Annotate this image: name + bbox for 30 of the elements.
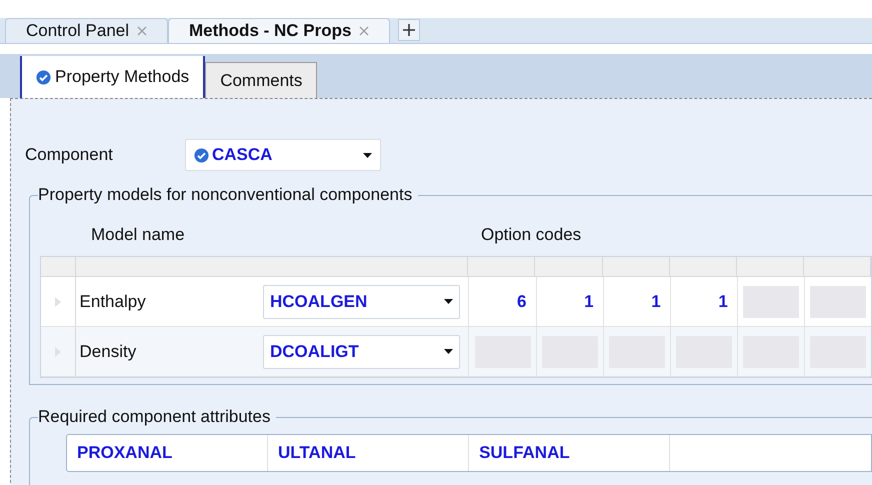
- option-code-field[interactable]: 1: [542, 288, 598, 314]
- model-dropdown[interactable]: DCOALIGT: [263, 334, 460, 368]
- table-cell: ULTANAL: [268, 435, 470, 471]
- caret-icon: [363, 152, 372, 158]
- column-header: Model name: [91, 224, 186, 246]
- option-code-field[interactable]: 6: [474, 288, 531, 314]
- close-icon[interactable]: [359, 26, 370, 36]
- component-dropdown[interactable]: CASCA: [185, 139, 381, 171]
- add-tab-button[interactable]: [398, 19, 420, 41]
- row-marker-icon: [54, 346, 61, 356]
- column-header: Option codes: [481, 224, 582, 246]
- caret-icon: [444, 299, 454, 304]
- plus-icon: [402, 23, 416, 37]
- option-code-field[interactable]: 1: [676, 288, 732, 314]
- caret-icon: [444, 349, 454, 354]
- document-tab[interactable]: Control Panel: [5, 18, 168, 43]
- row-marker-icon: [54, 296, 61, 306]
- table-cell-text: Enthalpy: [78, 290, 147, 313]
- sheet-tab[interactable]: Comments: [205, 62, 318, 98]
- model-dropdown[interactable]: HCOALGEN: [263, 284, 460, 318]
- component-label: Component: [25, 144, 114, 166]
- complete-check-icon: [36, 70, 51, 84]
- document-tab[interactable]: Methods - NC Props: [168, 18, 390, 43]
- table-cell: SULFANAL: [469, 435, 670, 471]
- option-code-field[interactable]: 1: [608, 288, 665, 314]
- sheet-tab[interactable]: Property Methods: [20, 56, 206, 98]
- close-icon[interactable]: [137, 26, 148, 36]
- table-cell-text: Density: [78, 340, 138, 363]
- table-cell: PROXANAL: [67, 435, 268, 471]
- check-icon: [194, 148, 209, 162]
